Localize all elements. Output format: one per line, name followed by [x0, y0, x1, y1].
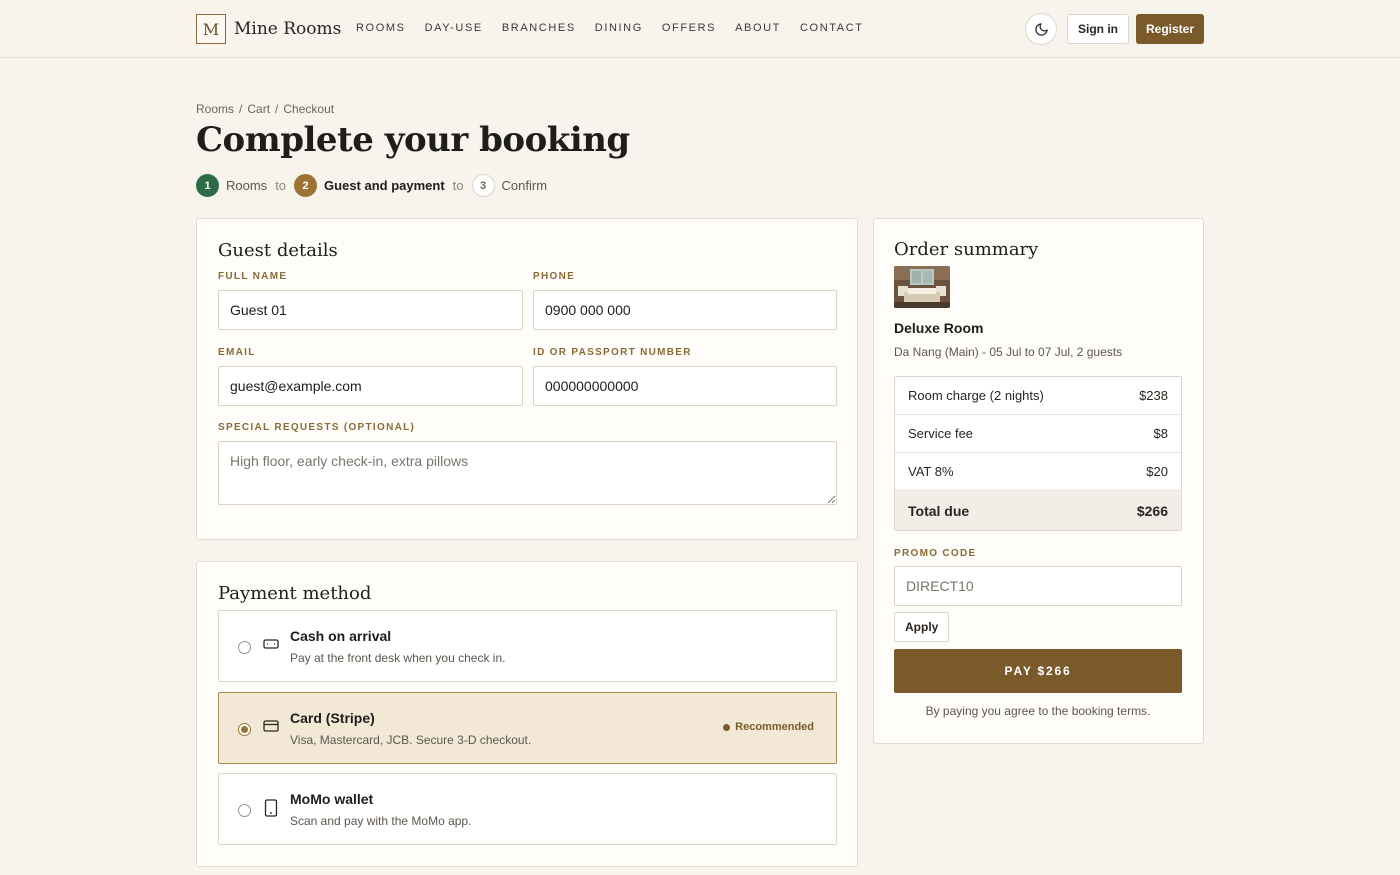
payment-option-card[interactable]: Card (Stripe) Visa, Mastercard, JCB. Sec… [218, 692, 837, 764]
card-option-name: Card (Stripe) [290, 710, 375, 726]
brand-name: Mine Rooms [234, 19, 342, 39]
payment-method-title: Payment method [218, 583, 372, 604]
theme-toggle-button[interactable] [1025, 13, 1057, 45]
checkout-steps: 1 Rooms to 2 Guest and payment to 3 Conf… [196, 174, 547, 197]
promo-code-input[interactable] [894, 566, 1182, 606]
card-icon [263, 720, 279, 732]
step-2-number: 2 [294, 174, 318, 197]
recommended-badge: Recommended [723, 721, 814, 733]
phone-input[interactable] [533, 290, 837, 330]
breadcrumb: Rooms / Cart / Checkout [196, 102, 335, 116]
momo-option-name: MoMo wallet [290, 791, 374, 807]
id-passport-label: ID OR PASSPORT NUMBER [533, 347, 692, 358]
charges-table: Room charge (2 nights) $238 Service fee … [894, 376, 1182, 531]
charge-label: VAT 8% [908, 464, 954, 479]
charge-row: Room charge (2 nights) $238 [895, 377, 1181, 415]
page-title: Complete your booking [196, 120, 630, 160]
step-3-number: 3 [471, 174, 495, 197]
special-requests-textarea[interactable] [218, 441, 837, 505]
brand-logo[interactable]: M Mine Rooms [196, 14, 341, 44]
full-name-input[interactable] [218, 290, 523, 330]
momo-option-desc: Scan and pay with the MoMo app. [290, 814, 472, 828]
brand-mark: M [196, 14, 226, 44]
email-label: EMAIL [218, 347, 256, 358]
moon-icon [1034, 22, 1048, 36]
total-amount: $266 [1136, 502, 1168, 519]
room-thumbnail [894, 266, 950, 308]
momo-radio[interactable] [238, 804, 251, 817]
step-2-label: Guest and payment [324, 178, 445, 193]
charge-amount: $20 [1146, 464, 1168, 479]
room-photo [894, 266, 950, 308]
guest-details-title: Guest details [218, 240, 338, 261]
nav-offers[interactable]: OFFERS [662, 22, 716, 34]
nav-about[interactable]: ABOUT [735, 22, 781, 34]
register-button[interactable]: Register [1136, 14, 1205, 44]
full-name-label: FULL NAME [218, 271, 288, 282]
cash-option-desc: Pay at the front desk when you check in. [290, 651, 506, 665]
email-input[interactable] [218, 366, 523, 406]
step-3-label: Confirm [501, 178, 548, 193]
step-connector: to [275, 178, 287, 193]
guest-details-card: Guest details FULL NAME PHONE EMAIL ID O… [196, 218, 858, 540]
pay-button[interactable]: PAY $266 [894, 649, 1182, 693]
nav-contact[interactable]: CONTACT [800, 22, 864, 34]
cash-radio[interactable] [238, 641, 251, 654]
step-connector: to [452, 178, 464, 193]
cash-icon [263, 639, 279, 649]
booking-terms-note: By paying you agree to the booking terms… [925, 704, 1151, 718]
charge-label: Service fee [908, 426, 974, 441]
order-summary-card: Order summary Deluxe Room Da Nang (Main)… [873, 218, 1204, 744]
payment-option-momo[interactable]: MoMo wallet Scan and pay with the MoMo a… [218, 773, 837, 845]
id-passport-input[interactable] [533, 366, 837, 406]
special-requests-label: SPECIAL REQUESTS (OPTIONAL) [218, 422, 416, 433]
promo-code-label: PROMO CODE [894, 548, 977, 559]
total-row: Total due $266 [895, 491, 1181, 530]
top-navigation-bar: M Mine Rooms ROOMS DAY-USE BRANCHES DINI… [0, 0, 1400, 58]
breadcrumb-checkout: Checkout [283, 102, 335, 116]
card-radio[interactable] [238, 723, 251, 736]
room-name: Deluxe Room [894, 320, 984, 336]
step-1-label: Rooms [226, 178, 268, 193]
charge-row: VAT 8% $20 [895, 453, 1181, 491]
step-1-number: 1 [196, 174, 219, 197]
charge-row: Service fee $8 [895, 415, 1181, 453]
nav-branches[interactable]: BRANCHES [502, 22, 576, 34]
order-summary-title: Order summary [894, 239, 1039, 260]
nav-dining[interactable]: DINING [595, 22, 643, 34]
cash-option-name: Cash on arrival [290, 628, 392, 644]
payment-method-card: Payment method Cash on arrival Pay at th… [196, 561, 858, 867]
apply-promo-button[interactable]: Apply [894, 612, 950, 642]
nav-day-use[interactable]: DAY-USE [425, 22, 483, 34]
breadcrumb-rooms[interactable]: Rooms [196, 102, 234, 116]
nav-rooms[interactable]: ROOMS [356, 22, 406, 34]
charge-label: Room charge (2 nights) [908, 388, 1044, 403]
phone-label: PHONE [533, 271, 576, 282]
sign-in-button[interactable]: Sign in [1067, 14, 1129, 44]
payment-option-cash[interactable]: Cash on arrival Pay at the front desk wh… [218, 610, 837, 682]
main-nav: ROOMS DAY-USE BRANCHES DINING OFFERS ABO… [356, 22, 883, 34]
breadcrumb-cart[interactable]: Cart [247, 102, 270, 116]
room-meta: Da Nang (Main) - 05 Jul to 07 Jul, 2 gue… [894, 345, 1123, 359]
recommended-badge-label: Recommended [735, 721, 814, 733]
total-label: Total due [908, 502, 970, 519]
card-option-desc: Visa, Mastercard, JCB. Secure 3-D checko… [290, 733, 532, 747]
charge-amount: $8 [1153, 426, 1168, 441]
phone-icon [264, 799, 278, 817]
charge-amount: $238 [1139, 388, 1168, 403]
